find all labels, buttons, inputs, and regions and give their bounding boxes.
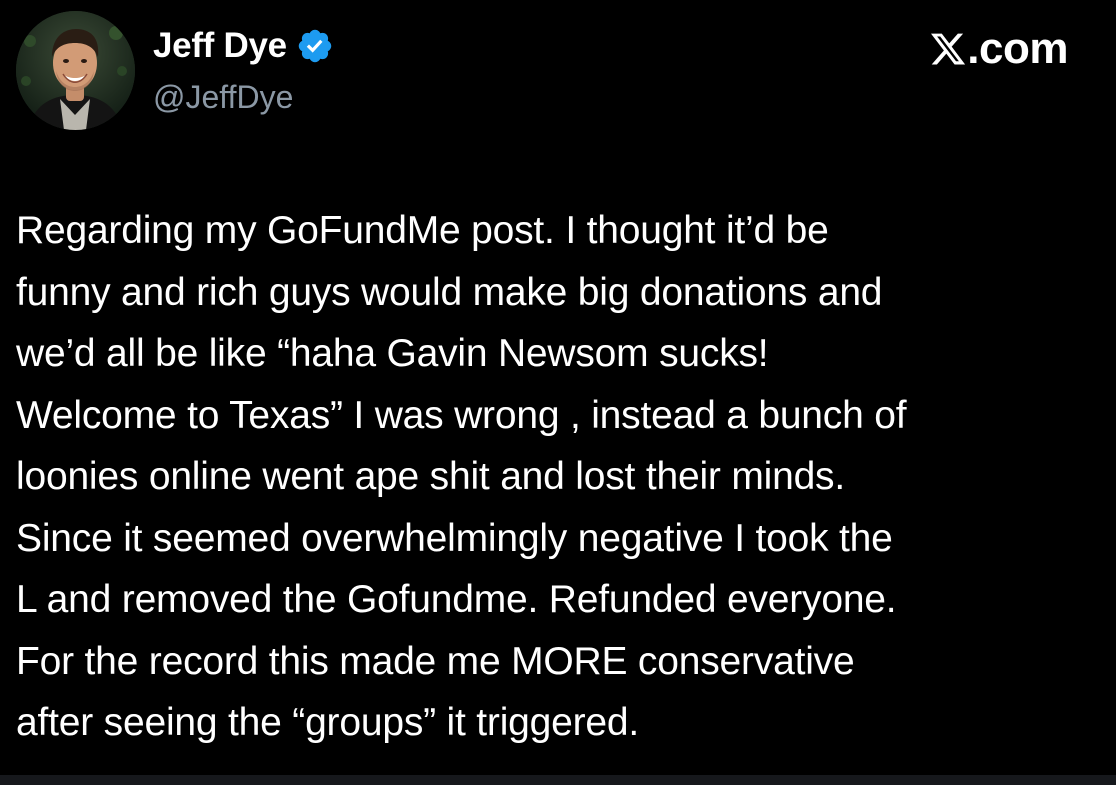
avatar[interactable] xyxy=(16,11,135,130)
tweet-line: Since it seemed overwhelmingly negative … xyxy=(16,516,893,560)
tweet-line: L and removed the Gofundme. Refunded eve… xyxy=(16,578,897,621)
x-logo-icon xyxy=(929,29,967,69)
brand-suffix: .com xyxy=(967,24,1068,73)
author-name-row: Jeff Dye xyxy=(153,24,334,68)
author-handle[interactable]: @JeffDye xyxy=(153,77,293,117)
tweet-line: Regarding my GoFundMe post. I thought it… xyxy=(16,209,829,252)
tweet-line: For the record this made me MORE conserv… xyxy=(16,639,855,683)
tweet-line: loonies online went ape shit and lost th… xyxy=(16,455,845,498)
tweet-card: Jeff Dye @JeffDye .com Regarding my GoFu… xyxy=(0,0,1116,775)
tweet-text: Regarding my GoFundMe post. I thought it… xyxy=(16,200,1106,754)
tweet-line: Welcome to Texas” I was wrong , instead … xyxy=(16,393,907,437)
tweet-line: we’d all be like “haha Gavin Newsom suck… xyxy=(16,332,769,375)
verified-badge-icon xyxy=(296,27,334,65)
avatar-photo xyxy=(16,11,135,130)
tweet-line: funny and rich guys would make big donat… xyxy=(16,270,883,314)
bottom-divider xyxy=(0,775,1116,785)
display-name[interactable]: Jeff Dye xyxy=(153,24,287,68)
brand-watermark: .com xyxy=(929,24,1068,74)
tweet-line: after seeing the “groups” it triggered. xyxy=(16,701,640,744)
